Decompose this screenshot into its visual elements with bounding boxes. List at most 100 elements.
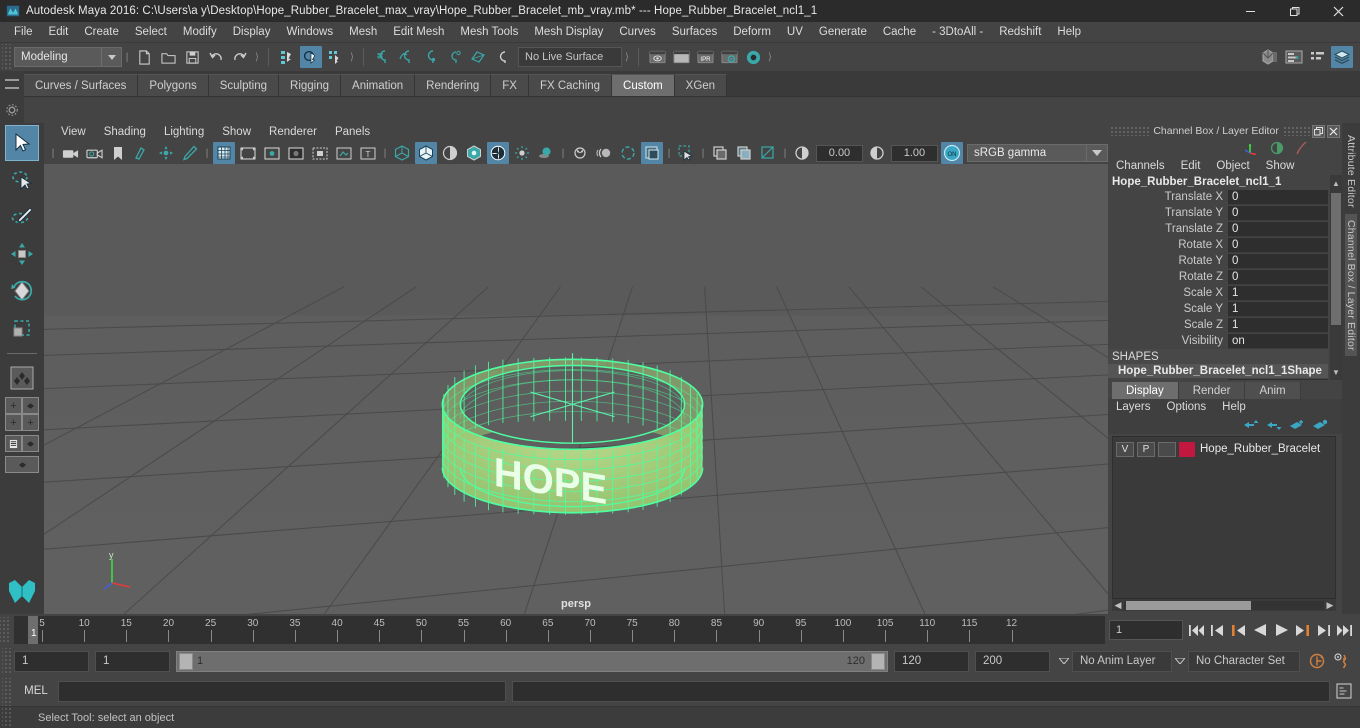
hypershade-icon[interactable] [742,46,764,68]
open-scene-icon[interactable] [157,46,179,68]
select-tool-button[interactable] [5,125,39,161]
channel-value[interactable]: on [1228,333,1328,349]
character-set-chevron-down-icon[interactable] [1172,651,1188,672]
menu-file[interactable]: File [6,22,41,43]
paint-effects-icon[interactable] [1270,141,1284,155]
xray-joints-icon[interactable] [733,142,755,164]
viewport-menu-shading[interactable]: Shading [95,123,155,142]
channel-value[interactable]: 1 [1228,301,1328,317]
view-transform-chevron-down-icon[interactable] [1087,144,1109,162]
camera-attributes-icon[interactable] [83,142,105,164]
channel-row-local-position-x[interactable]: Local Position X 0 [1108,378,1328,380]
redo-icon[interactable] [229,46,251,68]
menu-mesh-display[interactable]: Mesh Display [526,22,611,43]
anim-layer-chevron-down-icon[interactable] [1056,651,1072,672]
play-forwards-icon[interactable] [1271,619,1291,641]
shelf-options-gear-icon[interactable] [5,103,19,117]
channel-value[interactable]: 0 [1228,205,1328,221]
field-chart-icon[interactable] [309,142,331,164]
new-scene-icon[interactable] [133,46,155,68]
anim-layer-select[interactable]: No Anim Layer [1072,650,1172,672]
bookmark-icon[interactable] [107,142,129,164]
layer-scroll-thumb[interactable] [1126,600,1251,610]
channel-row-visibility[interactable]: Visibility on [1108,333,1328,349]
go-to-start-icon[interactable] [1187,619,1207,641]
select-by-hierarchy-icon[interactable] [276,46,298,68]
menu-redshift[interactable]: Redshift [991,22,1049,43]
use-all-lights-icon[interactable] [511,142,533,164]
scroll-up-arrow-icon[interactable]: ▲ [1331,177,1341,189]
step-back-keyframe-icon[interactable] [1208,619,1228,641]
viewport-menu-view[interactable]: View [52,123,95,142]
menu-mesh[interactable]: Mesh [341,22,385,43]
grease-pencil-icon[interactable] [179,142,201,164]
menu-cache[interactable]: Cache [875,22,924,43]
shelf-tab-polygons[interactable]: Polygons [138,74,209,96]
panel-drag-handle-left[interactable] [1110,126,1150,136]
time-slider-current-frame-cursor[interactable]: 1 [28,616,38,644]
menu-modify[interactable]: Modify [175,22,225,43]
command-line-grip[interactable] [2,678,12,704]
undo-icon[interactable] [205,46,227,68]
select-by-component-icon[interactable] [324,46,346,68]
range-bar[interactable]: 1 120 [176,650,888,672]
menu-deform[interactable]: Deform [725,22,779,43]
use-default-material-icon[interactable] [463,142,485,164]
shelf-menu-icon[interactable] [5,79,19,89]
scale-tool-button[interactable] [5,310,39,346]
playback-end-time-field[interactable]: 120 [894,650,969,672]
step-forward-frame-icon[interactable] [1292,619,1312,641]
make-live-icon[interactable] [491,46,513,68]
snap-to-view-plane-icon[interactable] [467,46,489,68]
menu-help[interactable]: Help [1049,22,1089,43]
viewport-menu-lighting[interactable]: Lighting [155,123,213,142]
last-tool-used-button[interactable] [5,360,39,396]
channel-row-rotate-x[interactable]: Rotate X 0 [1108,237,1328,253]
xray-icon[interactable] [709,142,731,164]
wireframe-icon[interactable] [391,142,413,164]
layer-tab-display[interactable]: Display [1112,382,1179,399]
depth-of-field-icon[interactable] [641,142,663,164]
minimize-icon[interactable] [1228,0,1272,22]
layer-menu-help[interactable]: Help [1214,399,1254,416]
move-tool-button[interactable] [5,236,39,272]
cb-menu-edit[interactable]: Edit [1173,157,1209,175]
undock-panel-icon[interactable] [1312,124,1326,138]
scroll-down-arrow-icon[interactable]: ▼ [1331,366,1341,378]
move-layer-up-icon[interactable] [1244,419,1259,431]
anim-start-time-field[interactable]: 1 [14,650,89,672]
menu-3dtoall[interactable]: - 3DtoAll - [924,22,991,43]
cb-menu-show[interactable]: Show [1258,157,1303,175]
motion-blur-icon[interactable] [593,142,615,164]
viewport-menu-panels[interactable]: Panels [326,123,379,142]
gamma-value[interactable]: 1.00 [890,144,938,162]
persp-single-layout-icon[interactable] [22,397,39,414]
screen-space-ao-icon[interactable] [569,142,591,164]
channel-value[interactable]: 0 [1228,378,1328,380]
save-scene-icon[interactable] [181,46,203,68]
shadows-icon[interactable] [535,142,557,164]
shelf-button-area[interactable] [24,96,1360,123]
scroll-right-arrow-icon[interactable]: ▶ [1324,600,1336,611]
menu-display[interactable]: Display [225,22,279,43]
two-pane-layout-icon[interactable]: + [5,414,22,431]
playback-start-time-field[interactable]: 1 [95,650,170,672]
smooth-shade-all-icon[interactable] [415,142,437,164]
status-bar-grip[interactable] [2,704,12,728]
view-transform-select[interactable]: sRGB gamma [966,144,1088,162]
character-set-select[interactable]: No Character Set [1188,650,1300,672]
menu-mesh-tools[interactable]: Mesh Tools [452,22,526,43]
auto-keyframe-toggle-icon[interactable] [1306,650,1328,672]
command-language-label[interactable]: MEL [14,685,58,697]
menuset-mode-select[interactable]: Modeling [14,47,122,67]
layer-item[interactable]: V P Hope_Rubber_Bracelet [1113,440,1335,458]
go-to-end-icon[interactable] [1334,619,1354,641]
channel-row-rotate-y[interactable]: Rotate Y 0 [1108,253,1328,269]
grid-icon[interactable] [213,142,235,164]
safe-title-icon[interactable]: T [357,142,379,164]
xray-active-components-icon[interactable] [757,142,779,164]
shelf-tab-fx[interactable]: FX [491,74,529,96]
show-hide-channel-box-icon[interactable] [1331,46,1353,68]
channel-row-scale-y[interactable]: Scale Y 1 [1108,301,1328,317]
cb-menu-channels[interactable]: Channels [1108,157,1173,175]
